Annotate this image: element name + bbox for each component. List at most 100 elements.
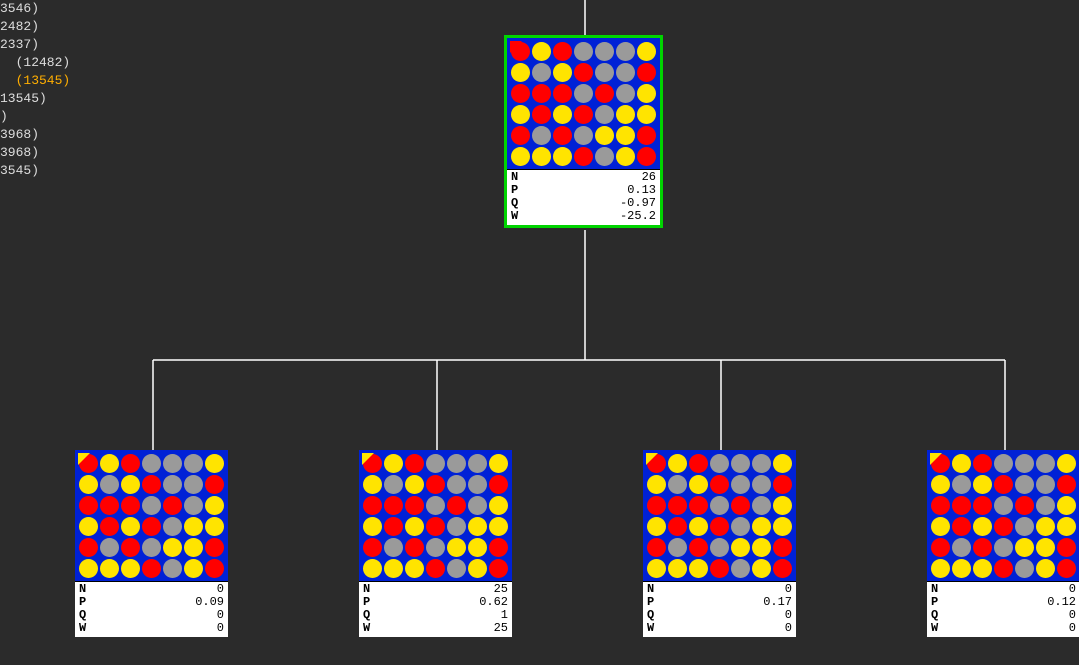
board-cell [773,475,792,494]
board-cell [405,496,424,515]
board-cell [973,496,992,515]
board-cell [384,538,403,557]
board-cell [616,147,635,166]
board-cell [752,454,771,473]
board-cell [1036,496,1055,515]
node-stats: N0P0.09Q0W0 [75,581,228,637]
board-cell [553,63,572,82]
board-cell [163,496,182,515]
board-cell [121,454,140,473]
board-cell [384,517,403,536]
board-cell [668,496,687,515]
board-cell [616,126,635,145]
board-cell [468,559,487,578]
board-cell [100,538,119,557]
side-list: 3546)2482)2337) (12482) (13545)13545))39… [0,0,70,180]
board-cell [647,496,666,515]
board-cell [511,126,530,145]
board-cell [689,538,708,557]
board-cell [731,454,750,473]
board-cell [205,475,224,494]
board-cell [511,84,530,103]
board-cell [637,105,656,124]
board-cell [184,559,203,578]
board-cell [142,454,161,473]
board-cell [1036,517,1055,536]
board-cell [616,105,635,124]
board-cell [1036,475,1055,494]
board-cell [595,126,614,145]
board-cell [668,454,687,473]
board-cell [952,538,971,557]
board-cell [184,496,203,515]
stat-value: 0 [1069,622,1076,635]
board-cell [773,538,792,557]
board-cell [363,559,382,578]
side-list-item: 3968) [0,126,70,144]
node-stats: N26P0.13Q-0.97W-25.2 [507,169,660,225]
board-cell [637,126,656,145]
board-cell [100,517,119,536]
board-cell [142,496,161,515]
board-cell [595,42,614,61]
board-cell [689,454,708,473]
stat-value: -25.2 [620,210,656,223]
board-cell [489,559,508,578]
tree-node-child[interactable]: N0P0.12Q0W0 [927,450,1079,637]
board-cell [731,517,750,536]
board-cell [1015,538,1034,557]
board-cell [973,517,992,536]
board-cell [952,517,971,536]
board-cell [489,454,508,473]
board-cell [532,126,551,145]
board-cell [637,147,656,166]
board-cell [773,517,792,536]
board-cell [511,63,530,82]
board-cell [121,559,140,578]
board-cell [731,559,750,578]
tree-node-child[interactable]: N0P0.17Q0W0 [643,450,796,637]
stat-value: 0 [785,622,792,635]
board-cell [447,475,466,494]
board-cell [142,517,161,536]
board-cell [668,559,687,578]
board-cell [595,105,614,124]
board-cell [511,147,530,166]
tree-node-child[interactable]: N25P0.62Q1W25 [359,450,512,637]
board-cell [931,496,950,515]
board-cell [1015,559,1034,578]
board-cell [205,454,224,473]
board-cell [163,475,182,494]
board-cell [405,454,424,473]
board-cell [752,559,771,578]
board-cell [1015,517,1034,536]
connect4-board [359,450,512,581]
side-list-item: 3545) [0,162,70,180]
board-cell [574,105,593,124]
board-cell [405,517,424,536]
board-cell [553,147,572,166]
stat-value: 25 [494,622,508,635]
side-list-item: 2482) [0,18,70,36]
board-cell [100,454,119,473]
node-stats: N0P0.17Q0W0 [643,581,796,637]
side-list-item: 3968) [0,144,70,162]
tree-node-child[interactable]: N0P0.09Q0W0 [75,450,228,637]
board-cell [163,454,182,473]
board-cell [574,63,593,82]
board-cell [468,496,487,515]
board-cell [121,538,140,557]
board-cell [426,517,445,536]
connect4-board [927,450,1079,581]
board-cell [405,559,424,578]
board-cell [731,475,750,494]
board-cell [647,559,666,578]
board-cell [952,559,971,578]
board-cell [1036,454,1055,473]
board-cell [773,454,792,473]
board-cell [405,538,424,557]
board-cell [994,454,1013,473]
board-cell [574,147,593,166]
tree-node-root[interactable]: N26P0.13Q-0.97W-25.2 [507,38,660,225]
board-cell [426,538,445,557]
